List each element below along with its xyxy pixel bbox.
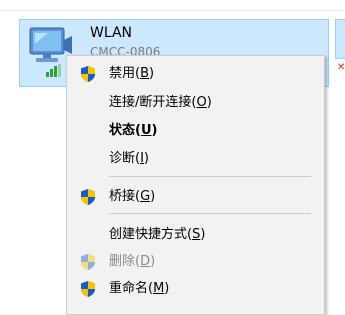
menu-label-text: )	[164, 281, 170, 296]
menu-item-label: 诊断(I)	[109, 150, 149, 168]
network-name: WLAN	[90, 25, 133, 41]
uac-shield-icon	[81, 281, 95, 297]
menu-item-label: 禁用(B)	[109, 65, 154, 83]
menu-separator	[109, 176, 311, 177]
menu-label-text: )	[150, 254, 156, 269]
menu-label-text: 诊断(	[109, 151, 141, 166]
menu-label-text: )	[150, 189, 156, 204]
uac-shield-icon	[81, 254, 95, 270]
menu-separator	[109, 213, 311, 214]
menu-item-label: 创建快捷方式(S)	[109, 226, 205, 244]
menu-item-delete: 删除(D)	[67, 249, 324, 275]
adjacent-adapter-highlight	[335, 19, 345, 59]
menu-item-disable[interactable]: 禁用(B)	[67, 61, 324, 87]
menu-label-text: 状态(	[109, 123, 141, 138]
menu-access-key: G	[140, 189, 151, 204]
menu-item-label: 删除(D)	[109, 253, 155, 271]
menu-label-text: )	[143, 151, 149, 166]
uac-shield-icon	[81, 66, 95, 82]
menu-label-text: 禁用(	[109, 66, 141, 81]
menu-item-bridge[interactable]: 桥接(G)	[67, 184, 324, 210]
menu-label-text: )	[200, 227, 206, 242]
window-top-strip	[0, 0, 345, 11]
menu-item-create-shortcut[interactable]: 创建快捷方式(S)	[67, 222, 324, 248]
menu-item-diagnose[interactable]: 诊断(I)	[67, 146, 324, 172]
uac-shield-icon	[81, 189, 95, 205]
menu-item-label: 桥接(G)	[109, 188, 155, 206]
menu-label-text: 连接/断开连接(	[109, 95, 197, 110]
menu-item-label: 状态(U)	[109, 122, 157, 140]
context-menu: 禁用(B) 连接/断开连接(O) 状态(U) 诊断(I) 桥接(G) 创建快捷方式(S) 删…	[66, 55, 325, 315]
menu-label-text: 删除(	[109, 254, 141, 269]
menu-label-text: )	[151, 123, 158, 138]
menu-label-text: 桥接(	[109, 189, 141, 204]
menu-access-key: B	[140, 66, 149, 81]
menu-label-text: 创建快捷方式(	[109, 227, 193, 242]
menu-access-key: U	[140, 123, 152, 138]
menu-access-key: M	[153, 281, 165, 296]
adjacent-adapter-tile[interactable]: ✕	[335, 19, 345, 87]
menu-access-key: D	[140, 254, 151, 269]
disconnected-x-icon: ✕	[337, 62, 345, 73]
menu-item-label: 重命名(M)	[109, 280, 169, 298]
menu-label-text: )	[149, 66, 155, 81]
menu-item-rename[interactable]: 重命名(M)	[67, 276, 324, 302]
menu-label-text: )	[206, 95, 212, 110]
menu-item-status[interactable]: 状态(U)	[67, 118, 324, 144]
menu-access-key: O	[196, 95, 207, 110]
menu-label-text: 重命名(	[109, 281, 154, 296]
menu-item-label: 连接/断开连接(O)	[109, 94, 212, 112]
menu-item-connect-disconnect[interactable]: 连接/断开连接(O)	[67, 90, 324, 116]
